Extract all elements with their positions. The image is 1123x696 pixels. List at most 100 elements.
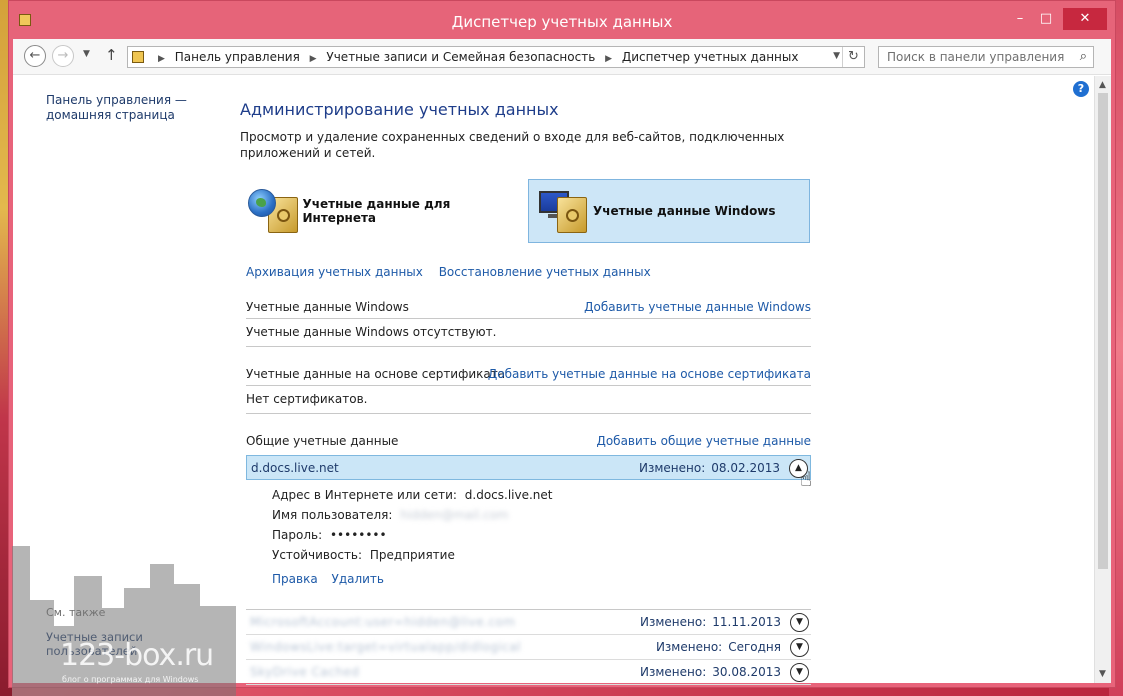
credential-details: Адрес в Интернете или сети: d.docs.live.… bbox=[246, 480, 811, 610]
section-empty-message: Учетные данные Windows отсутствуют. bbox=[246, 319, 811, 347]
modified-label: Изменено: bbox=[639, 461, 706, 475]
search-icon[interactable]: ⌕ bbox=[1080, 49, 1087, 64]
credential-row-expanded[interactable]: d.docs.live.net Изменено: 08.02.2013 ▲ ☝ bbox=[246, 455, 812, 491]
detail-address: Адрес в Интернете или сети: d.docs.live.… bbox=[272, 488, 552, 502]
backup-credentials-link[interactable]: Архивация учетных данных bbox=[246, 265, 423, 279]
credential-actions: Правка Удалить bbox=[272, 572, 394, 586]
section-title: Учетные данные на основе сертификата bbox=[246, 367, 506, 381]
credential-name: MicrosoftAccount:user=hidden@live.com bbox=[250, 615, 516, 629]
vertical-scrollbar[interactable]: ▲ ▼ bbox=[1094, 76, 1111, 683]
modified-label: Изменено: bbox=[640, 615, 707, 629]
password-value: •••••••• bbox=[329, 528, 387, 542]
username-value: hidden@mail.com bbox=[400, 508, 509, 522]
credential-name: SkyDrive Cached bbox=[250, 665, 360, 679]
address-bar[interactable]: ▶ Панель управления ▶ Учетные записи и С… bbox=[127, 46, 865, 68]
persistence-value: Предприятие bbox=[369, 548, 455, 562]
forward-button[interactable]: → bbox=[52, 45, 74, 67]
restore-credentials-link[interactable]: Восстановление учетных данных bbox=[439, 265, 651, 279]
modified-label: Изменено: bbox=[655, 640, 723, 654]
credential-name: d.docs.live.net bbox=[251, 461, 339, 475]
expand-chevron-icon[interactable]: ▼ bbox=[790, 663, 809, 682]
credential-modified: Изменено: Сегодня bbox=[656, 640, 781, 654]
password-label: Пароль: bbox=[272, 528, 323, 542]
breadcrumb-credential-manager[interactable]: Диспетчер учетных данных bbox=[622, 50, 799, 64]
page-description: Просмотр и удаление сохраненных сведений… bbox=[240, 130, 785, 160]
credential-modified: Изменено: 11.11.2013 bbox=[640, 615, 781, 629]
delete-credential-link[interactable]: Удалить bbox=[332, 572, 385, 586]
help-icon[interactable]: ? bbox=[1073, 81, 1089, 97]
scroll-up-icon[interactable]: ▲ bbox=[1099, 80, 1106, 90]
minimize-button[interactable]: – bbox=[1007, 8, 1033, 30]
search-input[interactable]: Поиск в панели управления ⌕ bbox=[878, 46, 1094, 68]
windows-credentials-section: Учетные данные Windows Добавить учетные … bbox=[246, 297, 811, 347]
modified-date: 30.08.2013 bbox=[712, 665, 781, 679]
close-button[interactable]: ✕ bbox=[1063, 8, 1107, 30]
sidebar-home-link[interactable]: Панель управления — домашняя страница bbox=[46, 93, 196, 123]
credential-modified: Изменено: 08.02.2013 bbox=[639, 461, 780, 475]
refresh-icon[interactable]: ↻ bbox=[842, 47, 864, 67]
credential-modified: Изменено: 30.08.2013 bbox=[640, 665, 781, 679]
search-placeholder: Поиск в панели управления bbox=[887, 50, 1065, 64]
credential-row[interactable]: WindowsLive:target=virtualapp/didlogical… bbox=[246, 635, 811, 660]
web-credentials-label: Учетные данные для Интернета bbox=[302, 197, 451, 225]
windows-credentials-tile[interactable]: Учетные данные Windows bbox=[528, 179, 810, 243]
modified-date: 08.02.2013 bbox=[711, 461, 780, 475]
window-title: Диспетчер учетных данных bbox=[451, 13, 673, 31]
address-history-dropdown-icon[interactable]: ▼ bbox=[833, 51, 840, 61]
windows-credentials-label: Учетные данные Windows bbox=[593, 204, 776, 218]
generic-credentials-section: Общие учетные данные Добавить общие учет… bbox=[246, 431, 812, 685]
detail-password: Пароль: •••••••• bbox=[272, 528, 387, 542]
add-generic-credential-link[interactable]: Добавить общие учетные данные bbox=[596, 434, 811, 448]
breadcrumb: ▶ Панель управления ▶ Учетные записи и С… bbox=[152, 50, 798, 64]
section-title: Учетные данные Windows bbox=[246, 300, 409, 314]
sidebar: Панель управления — домашняя страница См… bbox=[13, 76, 213, 683]
credential-row[interactable]: MicrosoftAccount:user=hidden@live.com Из… bbox=[246, 610, 811, 635]
credential-row[interactable]: SkyDrive Cached Изменено: 30.08.2013 ▼ bbox=[246, 660, 811, 685]
modified-label: Изменено: bbox=[640, 665, 707, 679]
scrollbar-thumb[interactable] bbox=[1098, 93, 1108, 569]
user-accounts-link[interactable]: Учетные записи пользователей bbox=[46, 630, 166, 658]
address-label: Адрес в Интернете или сети: bbox=[272, 488, 457, 502]
breadcrumb-control-panel[interactable]: Панель управления bbox=[175, 50, 300, 64]
username-label: Имя пользователя: bbox=[272, 508, 393, 522]
section-header: Учетные данные Windows Добавить учетные … bbox=[246, 297, 811, 319]
detail-username: Имя пользователя: hidden@mail.com bbox=[272, 508, 509, 522]
navigation-bar: ← → ▼ ↑ ▶ Панель управления ▶ Учетные за… bbox=[13, 39, 1111, 75]
recent-pages-dropdown-icon[interactable]: ▼ bbox=[83, 49, 90, 59]
section-title: Общие учетные данные bbox=[246, 434, 399, 448]
see-also-heading: См. также bbox=[46, 606, 106, 619]
credential-name: WindowsLive:target=virtualapp/didlogical bbox=[250, 640, 522, 654]
detail-persistence: Устойчивость: Предприятие bbox=[272, 548, 455, 562]
web-credentials-tile[interactable]: Учетные данные для Интернета bbox=[240, 179, 522, 243]
monitor-safe-icon bbox=[535, 183, 591, 239]
certificate-credentials-section: Учетные данные на основе сертификата Доб… bbox=[246, 364, 811, 414]
breadcrumb-accounts-family-safety[interactable]: Учетные записи и Семейная безопасность bbox=[326, 50, 595, 64]
add-certificate-credential-link[interactable]: Добавить учетные данные на основе сертиф… bbox=[488, 367, 811, 381]
expand-chevron-icon[interactable]: ▼ bbox=[790, 638, 809, 657]
expand-chevron-icon[interactable]: ▼ bbox=[790, 613, 809, 632]
maximize-button[interactable]: □ bbox=[1033, 8, 1059, 30]
window-client-area: ← → ▼ ↑ ▶ Панель управления ▶ Учетные за… bbox=[13, 39, 1111, 685]
globe-safe-icon bbox=[246, 183, 301, 239]
modified-date: 11.11.2013 bbox=[712, 615, 781, 629]
breadcrumb-separator-icon[interactable]: ▶ bbox=[605, 54, 612, 64]
title-bar[interactable]: Диспетчер учетных данных – □ ✕ bbox=[9, 1, 1115, 39]
control-panel-icon bbox=[132, 51, 144, 63]
up-arrow-icon[interactable]: ↑ bbox=[105, 46, 118, 64]
credential-manager-window: Диспетчер учетных данных – □ ✕ ← → ▼ ↑ ▶… bbox=[8, 0, 1116, 688]
address-value: d.docs.live.net bbox=[464, 488, 553, 502]
back-button[interactable]: ← bbox=[24, 45, 46, 67]
breadcrumb-separator-icon[interactable]: ▶ bbox=[158, 54, 165, 64]
breadcrumb-separator-icon[interactable]: ▶ bbox=[310, 54, 317, 64]
add-windows-credential-link[interactable]: Добавить учетные данные Windows bbox=[584, 300, 811, 314]
section-header: Учетные данные на основе сертификата Доб… bbox=[246, 364, 811, 386]
modified-date: Сегодня bbox=[728, 640, 781, 654]
page-title: Администрирование учетных данных bbox=[240, 100, 559, 119]
section-empty-message: Нет сертификатов. bbox=[246, 386, 811, 414]
persistence-label: Устойчивость: bbox=[272, 548, 363, 562]
content-area: Панель управления — домашняя страница См… bbox=[13, 76, 1111, 685]
backup-restore-links: Архивация учетных данных Восстановление … bbox=[246, 265, 663, 279]
edit-credential-link[interactable]: Правка bbox=[272, 572, 318, 586]
section-header: Общие учетные данные Добавить общие учет… bbox=[246, 431, 811, 453]
scroll-down-icon[interactable]: ▼ bbox=[1099, 669, 1106, 679]
